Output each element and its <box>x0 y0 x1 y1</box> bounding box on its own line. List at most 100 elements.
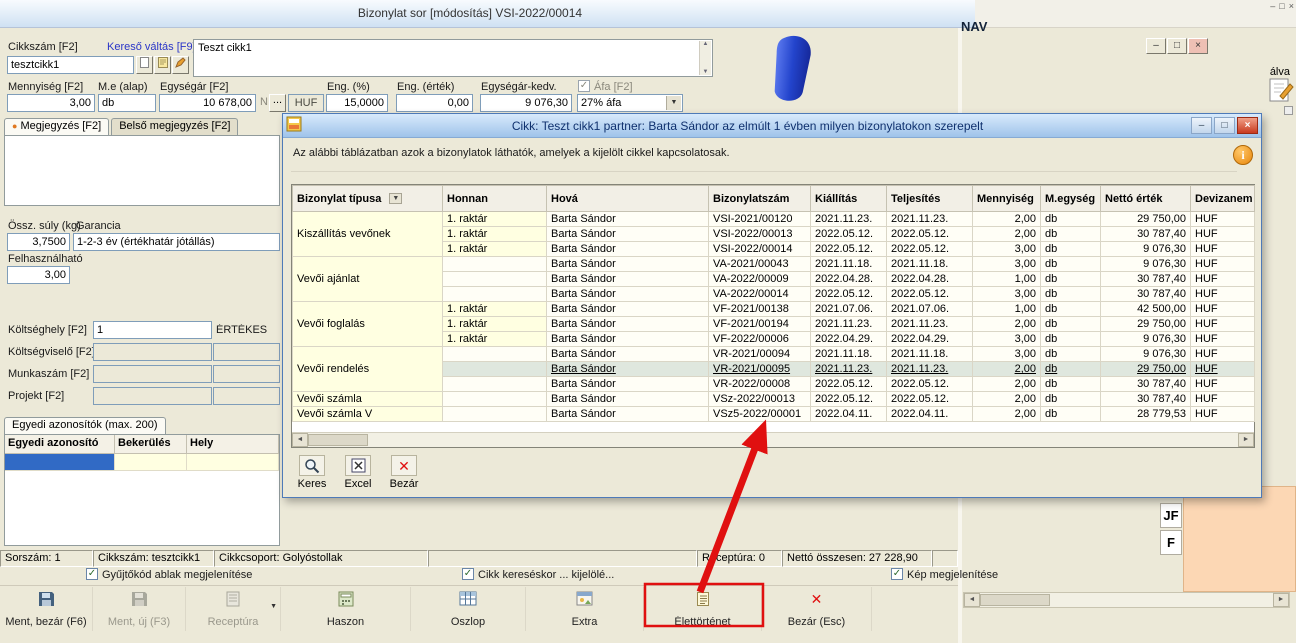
nav-label: NAV <box>961 19 987 34</box>
cell-hova: Barta Sándor <box>547 407 709 422</box>
munkaszam-input[interactable] <box>93 365 212 383</box>
horizontal-scrollbar[interactable]: ◄ ► <box>963 592 1290 608</box>
toolbar-button-bezar[interactable]: ✕ Bezár (Esc) <box>762 587 872 631</box>
maximize-icon[interactable]: □ <box>1167 38 1187 54</box>
scroll-thumb[interactable] <box>980 594 1050 606</box>
egysegar-input[interactable]: 10 678,00 <box>159 94 256 112</box>
chevron-down-icon[interactable]: ▼ <box>270 603 277 610</box>
chevron-down-icon[interactable]: ▼ <box>666 96 681 110</box>
egyedi-col-header[interactable]: Hely <box>187 435 279 454</box>
felhasznalhato-input[interactable]: 3,00 <box>7 266 70 284</box>
dialog-titlebar[interactable]: Cikk: Teszt cikk1 partner: Barta Sándor … <box>283 114 1261 138</box>
koltseghely-input[interactable]: 1 <box>93 321 212 339</box>
sort-desc-icon[interactable]: ▼ <box>389 193 402 204</box>
column-header[interactable]: Mennyiség <box>973 186 1041 212</box>
garancia-select[interactable]: 1-2-3 év (értékhatár jótállás) <box>73 233 280 251</box>
mennyiseg-input[interactable]: 3,00 <box>7 94 95 112</box>
column-header[interactable]: Nettó érték <box>1101 186 1191 212</box>
toolbar-button-extra[interactable]: Extra <box>526 587 644 631</box>
egysegar-label: Egységár [F2] <box>160 81 228 93</box>
cell-egyseg: db <box>1041 302 1101 317</box>
keres-button[interactable]: Keres <box>291 455 333 497</box>
gyujtokod-checkbox[interactable]: ✓ <box>86 568 98 580</box>
kep-checkbox[interactable]: ✓ <box>891 568 903 580</box>
column-header[interactable]: Bizonylatszám <box>709 186 811 212</box>
column-header[interactable]: Teljesítés <box>887 186 973 212</box>
afa-select[interactable]: 27% áfa ▼ <box>577 94 683 112</box>
edit-button[interactable] <box>172 56 189 74</box>
column-header[interactable]: M.egység <box>1041 186 1101 212</box>
ossz-suly-input[interactable]: 3,7500 <box>7 233 70 251</box>
horizontal-scrollbar[interactable]: ◄ ► <box>292 432 1254 447</box>
me-input[interactable]: db <box>98 94 156 112</box>
cell-deviza: HUF <box>1191 212 1255 227</box>
dialog-close-button[interactable]: × <box>1237 117 1258 134</box>
small-grid-icon[interactable] <box>1284 106 1293 115</box>
scroll-down-icon[interactable]: ▼ <box>700 69 711 75</box>
column-header[interactable]: Hová <box>547 186 709 212</box>
minimize-icon[interactable]: – <box>1270 1 1275 14</box>
egyedi-col-header[interactable]: Egyedi azonosító <box>5 435 115 454</box>
scroll-thumb[interactable] <box>308 434 368 446</box>
egyedi-selected-cell[interactable] <box>5 454 115 471</box>
scroll-left-icon[interactable]: ◄ <box>292 433 308 447</box>
column-header[interactable]: Honnan <box>443 186 547 212</box>
megjegyzes-textarea[interactable] <box>4 135 280 206</box>
cell-teljesites: 2022.04.28. <box>887 272 973 287</box>
column-header[interactable]: Devizanem <box>1191 186 1255 212</box>
scroll-right-icon[interactable]: ► <box>1273 593 1289 607</box>
cell-kiallitas: 2021.11.18. <box>811 257 887 272</box>
scroll-right-icon[interactable]: ► <box>1238 433 1254 447</box>
lookup-dots-button[interactable]: ... <box>269 94 286 112</box>
close-icon[interactable]: × <box>1188 38 1208 54</box>
scroll-up-icon[interactable]: ▲ <box>700 41 711 47</box>
toolbar-button-ment-bezar[interactable]: Ment, bezár (F6) <box>0 587 93 631</box>
history-row[interactable]: Kiszállítás vevőnek1. raktárBarta Sándor… <box>293 212 1255 227</box>
history-row[interactable]: Vevői számla VBarta SándorVSz5-2022/0000… <box>293 407 1255 422</box>
maximize-icon[interactable]: □ <box>1279 1 1284 14</box>
history-row[interactable]: Vevői ajánlatBarta SándorVA-2021/0004320… <box>293 257 1255 272</box>
note-button[interactable] <box>154 56 171 74</box>
history-row[interactable]: Vevői foglalás1. raktárBarta SándorVF-20… <box>293 302 1255 317</box>
cell-mennyiseg: 2,00 <box>973 212 1041 227</box>
calculator-icon <box>281 591 410 609</box>
tab-megjegyzes[interactable]: ● Megjegyzés [F2] <box>4 118 109 135</box>
afa-checkbox[interactable]: ✓ <box>578 80 590 92</box>
cell-honnan <box>443 272 547 287</box>
projekt-input[interactable] <box>93 387 212 405</box>
column-header[interactable]: Bizonylat típusa▼ <box>293 186 443 212</box>
dialog-minimize-button[interactable]: – <box>1191 117 1212 134</box>
egysegar-kedv-input[interactable]: 9 076,30 <box>480 94 572 112</box>
koltsegviselo-input[interactable] <box>93 343 212 361</box>
cikknev-box[interactable]: Teszt cikk1 ▲ ▼ <box>193 39 713 77</box>
eng-pct-input[interactable]: 15,0000 <box>326 94 388 112</box>
tab-egyedi-azonositok[interactable]: Egyedi azonosítók (max. 200) <box>4 417 166 434</box>
history-row[interactable]: Vevői számlaBarta SándorVSz-2022/0001320… <box>293 392 1255 407</box>
side-panel <box>1183 486 1296 592</box>
column-header[interactable]: Kiállítás <box>811 186 887 212</box>
cikk-kereses-checkbox[interactable]: ✓ <box>462 568 474 580</box>
eng-ertek-input[interactable]: 0,00 <box>396 94 473 112</box>
excel-button[interactable]: Excel <box>337 455 379 497</box>
edit-document-icon[interactable] <box>1268 76 1294 107</box>
close-icon[interactable]: × <box>1289 1 1294 14</box>
cell-egyseg: db <box>1041 227 1101 242</box>
info-icon[interactable]: i <box>1233 145 1253 165</box>
clear-button[interactable] <box>136 56 153 74</box>
bezar-button[interactable]: ✕ Bezár <box>383 455 425 497</box>
cell-netto: 30 787,40 <box>1101 272 1191 287</box>
dialog-maximize-button[interactable]: □ <box>1214 117 1235 134</box>
toolbar-button-haszon[interactable]: Haszon <box>281 587 411 631</box>
toolbar-button-oszlop[interactable]: Oszlop <box>411 587 526 631</box>
vertical-scrollbar[interactable]: ▲ ▼ <box>699 41 711 75</box>
scroll-left-icon[interactable]: ◄ <box>964 593 980 607</box>
tab-belso-megjegyzes[interactable]: Belső megjegyzés [F2] <box>111 118 238 135</box>
toolbar-button-elettortenet[interactable]: Élettörténet <box>644 587 762 631</box>
kereso-valtas-link[interactable]: Kereső váltás [F9] <box>107 41 196 53</box>
minimize-icon[interactable]: – <box>1146 38 1166 54</box>
egyedi-col-header[interactable]: Bekerülés <box>115 435 187 454</box>
cikkszam-input[interactable]: tesztcikk1 <box>7 56 134 74</box>
history-dialog: Cikk: Teszt cikk1 partner: Barta Sándor … <box>282 113 1262 498</box>
history-row[interactable]: Vevői rendelésBarta SándorVR-2021/000942… <box>293 347 1255 362</box>
main-window-titlebar[interactable]: Bizonylat sor [módosítás] VSI-2022/00014 <box>0 0 975 28</box>
